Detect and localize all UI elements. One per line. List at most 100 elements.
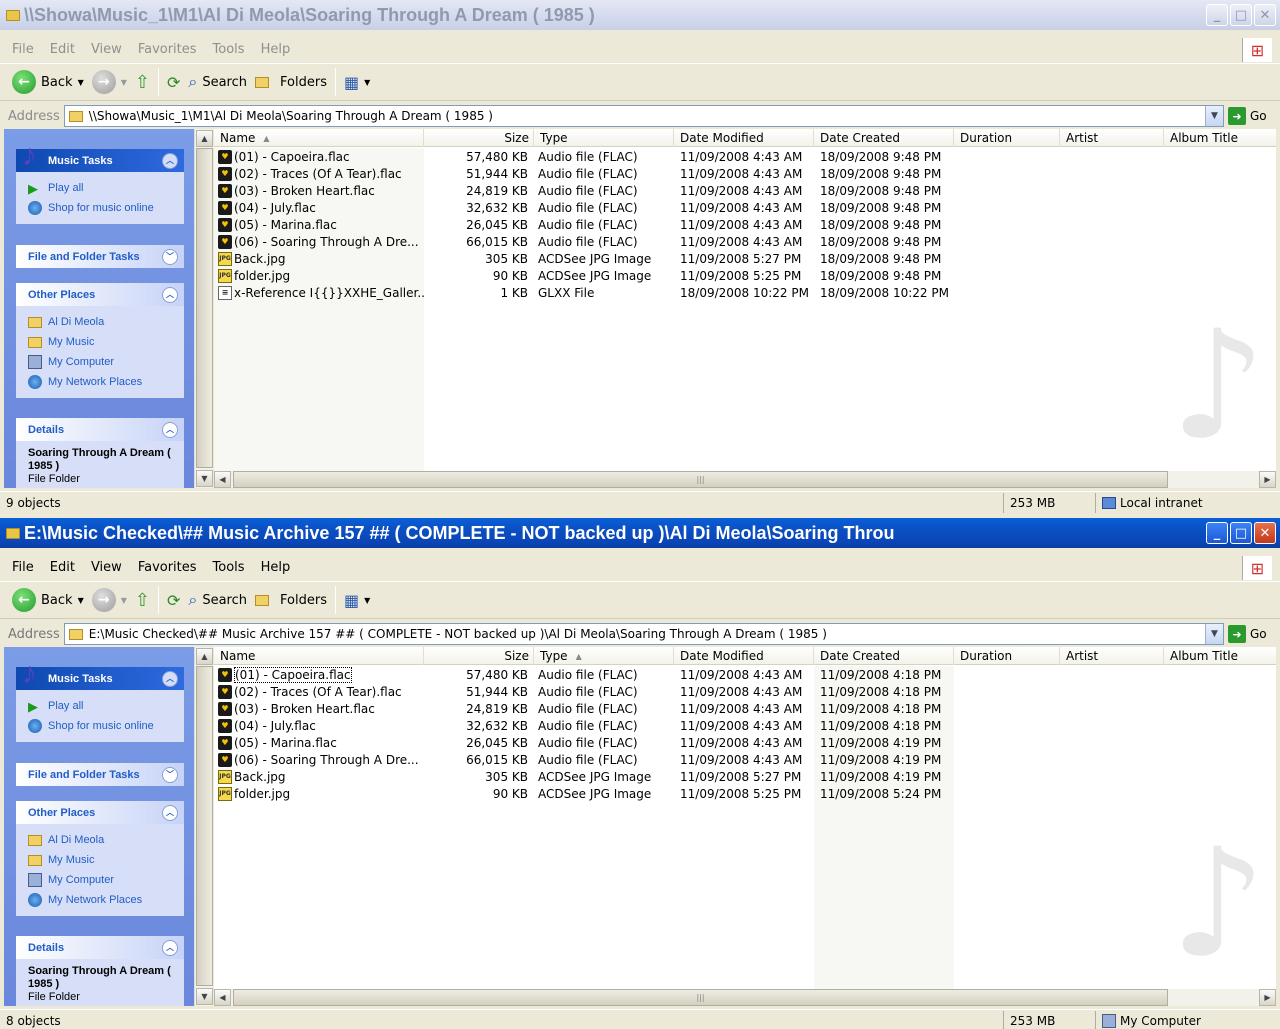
- scroll-thumb[interactable]: [196, 148, 213, 468]
- place-al-di-meola[interactable]: Al Di Meola: [28, 312, 174, 332]
- file-name-cell[interactable]: JPG folder.jpg: [214, 268, 424, 283]
- play-all-link[interactable]: ▶ Play all: [28, 178, 174, 198]
- search-button[interactable]: ⌕ Search: [184, 585, 251, 615]
- column-duration[interactable]: Duration: [954, 129, 1060, 147]
- file-row[interactable]: JPG Back.jpg 305 KB ACDSee JPG Image 11/09/2…: [214, 768, 1276, 785]
- file-name-cell[interactable]: JPG Back.jpg: [214, 251, 424, 266]
- file-row[interactable]: ♥ (03) - Broken Heart.flac 24,819 KB Audio …: [214, 182, 1276, 199]
- collapse-icon[interactable]: ︿: [162, 804, 178, 821]
- collapse-icon[interactable]: ︿: [162, 152, 178, 169]
- menu-view[interactable]: View: [83, 42, 130, 57]
- expand-icon[interactable]: ﹀: [162, 766, 178, 783]
- title-bar[interactable]: \\Showa\Music_1\M1\Al Di Meola\Soaring T…: [0, 0, 1280, 30]
- file-row[interactable]: ♥ (01) - Capoeira.flac 57,480 KB Audio file…: [214, 666, 1276, 683]
- minimize-button[interactable]: _: [1206, 522, 1228, 544]
- collapse-icon[interactable]: ︿: [162, 286, 178, 303]
- scroll-down-icon[interactable]: ▼: [196, 988, 213, 1005]
- task-pane-scrollbar[interactable]: ▲ ▼: [194, 647, 213, 1006]
- file-row[interactable]: ♥ (05) - Marina.flac 26,045 KB Audio file (…: [214, 734, 1276, 751]
- menu-favorites[interactable]: Favorites: [130, 42, 205, 57]
- file-list[interactable]: Name Size Type ▲ Date Modified Date Creat…: [214, 647, 1276, 989]
- place-my-network[interactable]: My Network Places: [28, 890, 174, 910]
- back-button[interactable]: ← Back ▼: [8, 585, 88, 615]
- scroll-thumb[interactable]: |||: [233, 989, 1168, 1006]
- scroll-right-icon[interactable]: ▶: [1259, 471, 1276, 488]
- music-tasks-header[interactable]: ♪ Music Tasks ︿: [16, 659, 184, 690]
- music-tasks-header[interactable]: ♪ Music Tasks ︿: [16, 141, 184, 172]
- file-row[interactable]: JPG folder.jpg 90 KB ACDSee JPG Image 11/09/…: [214, 785, 1276, 802]
- menu-file[interactable]: File: [4, 42, 42, 57]
- column-date-created[interactable]: Date Created: [814, 129, 954, 147]
- file-name-cell[interactable]: ♥ (04) - July.flac: [214, 718, 424, 733]
- file-row[interactable]: ♥ (01) - Capoeira.flac 57,480 KB Audio file…: [214, 148, 1276, 165]
- scroll-left-icon[interactable]: ◀: [214, 989, 231, 1006]
- folders-button[interactable]: Folders: [251, 67, 331, 97]
- column-date-created[interactable]: Date Created: [814, 647, 954, 665]
- scroll-up-icon[interactable]: ▲: [196, 130, 213, 147]
- file-name-cell[interactable]: ♥ (02) - Traces (Of A Tear).flac: [214, 684, 424, 699]
- other-places-header[interactable]: Other Places ︿: [16, 801, 184, 824]
- column-date-modified[interactable]: Date Modified: [674, 647, 814, 665]
- collapse-icon[interactable]: ︿: [162, 421, 178, 438]
- column-size[interactable]: Size: [424, 129, 534, 147]
- minimize-button[interactable]: _: [1206, 4, 1228, 26]
- forward-button[interactable]: → ▼: [88, 585, 131, 615]
- maximize-button[interactable]: □: [1230, 4, 1252, 26]
- go-button[interactable]: ➜ Go: [1228, 625, 1280, 643]
- go-button[interactable]: ➜ Go: [1228, 107, 1280, 125]
- menu-tools[interactable]: Tools: [205, 560, 253, 575]
- title-bar[interactable]: E:\Music Checked\## Music Archive 157 ##…: [0, 518, 1280, 548]
- menu-view[interactable]: View: [83, 560, 130, 575]
- menu-help[interactable]: Help: [253, 42, 299, 57]
- close-button[interactable]: ✕: [1254, 522, 1276, 544]
- file-name-cell[interactable]: ♥ (03) - Broken Heart.flac: [214, 701, 424, 716]
- scroll-right-icon[interactable]: ▶: [1259, 989, 1276, 1006]
- column-size[interactable]: Size: [424, 647, 534, 665]
- column-date-modified[interactable]: Date Modified: [674, 129, 814, 147]
- up-folder-button[interactable]: ⇧: [131, 585, 154, 615]
- refresh-button[interactable]: ⟳: [163, 67, 184, 97]
- collapse-icon[interactable]: ︿: [162, 670, 178, 687]
- column-duration[interactable]: Duration: [954, 647, 1060, 665]
- place-my-computer[interactable]: My Computer: [28, 352, 174, 372]
- expand-icon[interactable]: ﹀: [162, 248, 178, 265]
- play-all-link[interactable]: ▶ Play all: [28, 696, 174, 716]
- file-row[interactable]: JPG Back.jpg 305 KB ACDSee JPG Image 11/09/2…: [214, 250, 1276, 267]
- file-row[interactable]: ♥ (02) - Traces (Of A Tear).flac 51,944 KB…: [214, 165, 1276, 182]
- up-folder-button[interactable]: ⇧: [131, 67, 154, 97]
- views-button[interactable]: ▦ ▼: [340, 67, 374, 97]
- file-row[interactable]: ♥ (03) - Broken Heart.flac 24,819 KB Audio …: [214, 700, 1276, 717]
- place-al-di-meola[interactable]: Al Di Meola: [28, 830, 174, 850]
- file-name-cell[interactable]: ≡ x-Reference I{{}}XXHE_Galler...: [214, 285, 424, 300]
- refresh-button[interactable]: ⟳: [163, 585, 184, 615]
- file-name-cell[interactable]: JPG Back.jpg: [214, 769, 424, 784]
- details-header[interactable]: Details ︿: [16, 936, 184, 959]
- scroll-left-icon[interactable]: ◀: [214, 471, 231, 488]
- menu-favorites[interactable]: Favorites: [130, 560, 205, 575]
- column-artist[interactable]: Artist: [1060, 129, 1164, 147]
- address-dropdown-button[interactable]: ▼: [1205, 106, 1223, 126]
- menu-edit[interactable]: Edit: [42, 560, 83, 575]
- file-list-hscrollbar[interactable]: ◀ ||| ▶: [214, 471, 1276, 488]
- column-type[interactable]: Type ▲: [534, 647, 674, 665]
- file-row[interactable]: ♥ (06) - Soaring Through A Dre... 66,015 K…: [214, 751, 1276, 768]
- file-name-cell[interactable]: ♥ (01) - Capoeira.flac: [214, 666, 424, 683]
- file-list[interactable]: Name ▲ Size Type Date Modified Date Creat…: [214, 129, 1276, 471]
- explorer-window-top[interactable]: \\Showa\Music_1\M1\Al Di Meola\Soaring T…: [0, 0, 1280, 518]
- file-name-cell[interactable]: ♥ (05) - Marina.flac: [214, 735, 424, 750]
- file-name-cell[interactable]: ♥ (01) - Capoeira.flac: [214, 149, 424, 164]
- details-header[interactable]: Details ︿: [16, 418, 184, 441]
- views-button[interactable]: ▦ ▼: [340, 585, 374, 615]
- column-album-title[interactable]: Album Title: [1164, 129, 1276, 147]
- file-list-hscrollbar[interactable]: ◀ ||| ▶: [214, 989, 1276, 1006]
- scroll-up-icon[interactable]: ▲: [196, 648, 213, 665]
- scroll-thumb[interactable]: |||: [233, 471, 1168, 488]
- file-row[interactable]: ♥ (04) - July.flac 32,632 KB Audio file (FL…: [214, 199, 1276, 216]
- shop-music-link[interactable]: Shop for music online: [28, 716, 174, 736]
- column-artist[interactable]: Artist: [1060, 647, 1164, 665]
- column-album-title[interactable]: Album Title: [1164, 647, 1276, 665]
- other-places-header[interactable]: Other Places ︿: [16, 283, 184, 306]
- file-row[interactable]: JPG folder.jpg 90 KB ACDSee JPG Image 11/09/…: [214, 267, 1276, 284]
- place-my-computer[interactable]: My Computer: [28, 870, 174, 890]
- explorer-window-bottom[interactable]: E:\Music Checked\## Music Archive 157 ##…: [0, 518, 1280, 1029]
